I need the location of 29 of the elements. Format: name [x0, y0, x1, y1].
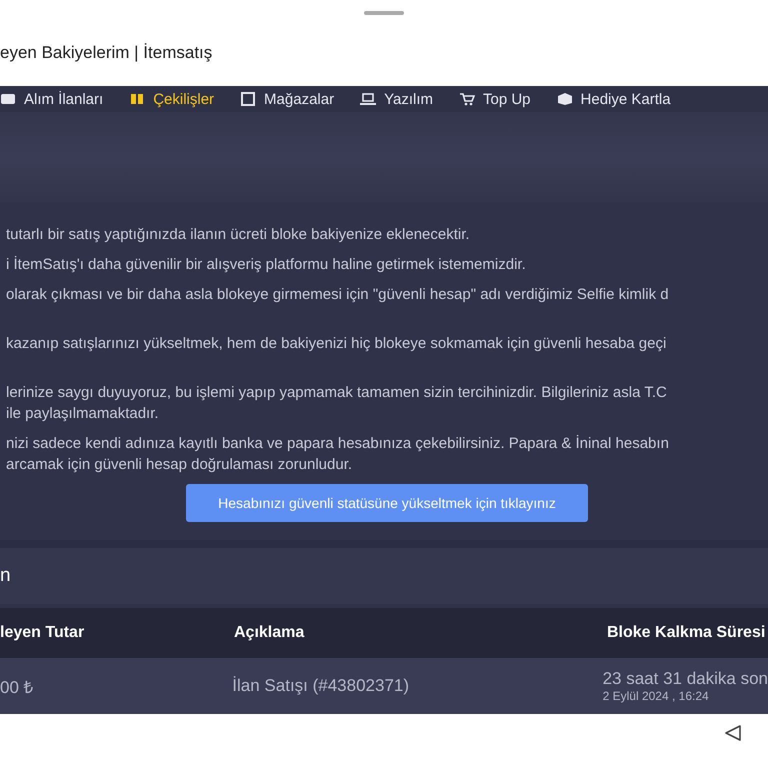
nav-link[interactable]: Top Up — [459, 90, 531, 108]
nav-link[interactable]: Yazılım — [360, 90, 433, 108]
block-date: 2 Eylül 2024 , 16:24 — [602, 689, 710, 703]
remaining-time: 23 saat 31 dakika son — [602, 669, 768, 689]
info-paragraph: lerinize saygı duyuyoruz, bu işlemi yapıp yapmamak tamamen sizin tercihinizdir. Bilgileriniz asla T.C ile paylaşılmamaktadır. — [6, 383, 668, 424]
nav-link[interactable]: Mağazalar — [240, 90, 334, 108]
page-title: eyen Bakiyelerim | İtemsatış — [0, 43, 212, 63]
cart-icon — [459, 92, 475, 106]
nav-link[interactable]: Alım İlanları — [0, 90, 104, 108]
drag-handle[interactable] — [364, 11, 404, 15]
column-header: Açıklama — [234, 624, 306, 642]
section-title: n — [0, 565, 11, 587]
table-cell-text: 00 ₺ — [0, 676, 35, 698]
nav-link[interactable]: Hediye Kartla — [556, 90, 671, 108]
gift-icon — [129, 92, 146, 106]
back-icon[interactable] — [724, 724, 742, 742]
info-paragraph: nizi sadece kendi adınıza kayıtlı banka ve papara hesabınıza çekebilirsiniz. Papara & İninal hesabın arcamak için güvenli hesap doğrulaması zorunludur. — [6, 434, 670, 475]
laptop-icon — [360, 92, 376, 106]
column-header: leyen Tutar — [0, 624, 86, 642]
info-paragraph: i İtemSatış'ı daha güvenilir bir alışveriş platformu haline getirmek istememizdir. — [6, 255, 527, 275]
info-paragraph: olarak çıkması ve bir daha asla blokeye girmemesi için "güvenli hesap" adı verdiğimiz Selfie kimlik d — [6, 285, 670, 305]
column-header: Bloke Kalkma Süresi — [607, 624, 766, 642]
box-icon — [556, 92, 573, 106]
card-icon — [0, 92, 16, 106]
info-paragraph: tutarlı bir satış yaptığınızda ilanın ücreti bloke bakiyenize eklenecektir. — [6, 225, 471, 245]
table-cell-text: İlan Satışı (#43802371) — [232, 676, 410, 696]
nav-link[interactable]: Çekilişler — [129, 90, 214, 108]
info-paragraph: kazanıp satışlarınızı yükseltmek, hem de bakiyenizi hiç blokeye sokmamak için güvenli hesaba geçi — [6, 334, 668, 354]
window-icon — [240, 92, 256, 106]
